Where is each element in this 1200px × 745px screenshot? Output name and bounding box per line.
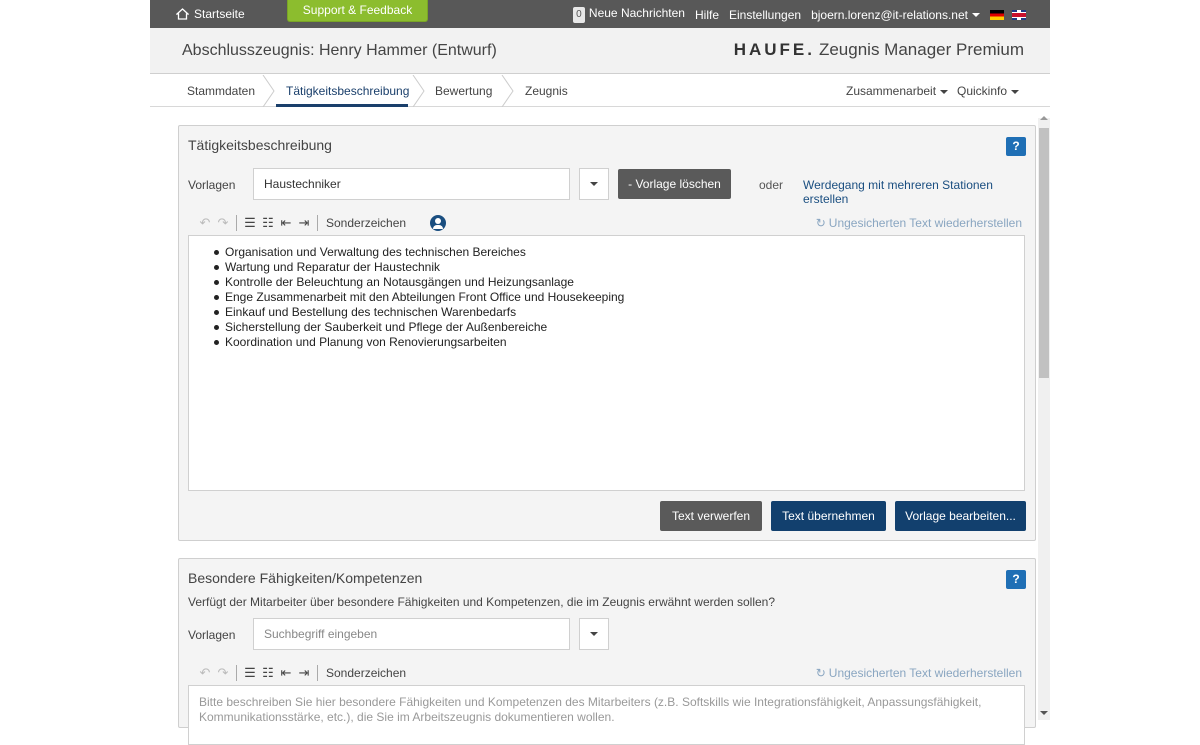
toolbar-divider xyxy=(317,665,318,681)
bullet-list: Organisation und Verwaltung des technisc… xyxy=(189,236,1024,350)
toolbar-divider xyxy=(236,215,237,231)
activity-description-panel: Tätigkeitsbeschreibung ? Vorlagen Hauste… xyxy=(178,125,1036,541)
edit-template-button[interactable]: Vorlage bearbeiten... xyxy=(895,501,1026,531)
page-title: Abschlusszeugnis: Henry Hammer (Entwurf) xyxy=(182,42,497,59)
scroll-up-arrow-icon[interactable] xyxy=(1040,116,1048,120)
bulleted-list-icon[interactable]: ☰ xyxy=(241,215,259,231)
home-link[interactable]: Startseite xyxy=(176,7,245,21)
skills-editor[interactable]: Bitte beschreiben Sie hier besondere Fäh… xyxy=(188,685,1025,745)
list-item: Enge Zusammenarbeit mit den Abteilungen … xyxy=(214,290,1024,305)
special-characters-button[interactable]: Sonderzeichen xyxy=(326,216,406,230)
toolbar-divider xyxy=(317,215,318,231)
list-item: Koordination und Planung von Renovierung… xyxy=(214,335,1024,350)
delete-template-button[interactable]: - Vorlage löschen xyxy=(618,169,731,199)
user-menu[interactable]: bjoern.lorenz@it-relations.net xyxy=(811,8,980,22)
description-editor[interactable]: Organisation und Verwaltung des technisc… xyxy=(188,235,1025,491)
indent-icon[interactable]: ⇥ xyxy=(295,665,313,681)
active-tab-indicator xyxy=(276,104,408,107)
scroll-down-arrow-icon[interactable] xyxy=(1040,711,1048,715)
question-text: Verfügt der Mitarbeiter über besondere F… xyxy=(188,595,776,609)
refresh-icon: ↻ xyxy=(815,216,826,230)
templates-label: Vorlagen xyxy=(188,178,236,192)
list-item: Organisation und Verwaltung des technisc… xyxy=(214,245,1024,260)
quickinfo-menu[interactable]: Quickinfo xyxy=(957,84,1020,98)
career-stations-link[interactable]: Werdegang mit mehreren Stationen erstell… xyxy=(803,178,1035,206)
accept-text-button[interactable]: Text übernehmen xyxy=(771,501,886,531)
help-button[interactable]: ? xyxy=(1006,137,1026,156)
template-dropdown-button[interactable] xyxy=(579,618,609,650)
user-icon[interactable] xyxy=(430,215,447,231)
panel-title: Tätigkeitsbeschreibung xyxy=(188,137,332,153)
list-item: Kontrolle der Beleuchtung an Notausgänge… xyxy=(214,275,1024,290)
redo-icon[interactable]: ↷ xyxy=(214,665,232,681)
tab-zeugnis[interactable]: Zeugnis xyxy=(525,84,568,98)
editor-placeholder: Bitte beschreiben Sie hier besondere Fäh… xyxy=(199,695,982,724)
tab-stammdaten[interactable]: Stammdaten xyxy=(187,84,255,98)
toolbar-divider xyxy=(236,665,237,681)
collaboration-menu[interactable]: Zusammenarbeit xyxy=(846,84,949,98)
tab-taetigkeitsbeschreibung[interactable]: Tätigkeitsbeschreibung xyxy=(286,84,409,98)
uk-flag-icon[interactable] xyxy=(1012,9,1026,20)
outdent-icon[interactable]: ⇤ xyxy=(277,665,295,681)
indent-icon[interactable]: ⇥ xyxy=(295,215,313,231)
discard-text-button[interactable]: Text verwerfen xyxy=(660,501,762,531)
list-item: Sicherstellung der Sauberkeit und Pflege… xyxy=(214,320,1024,335)
editor-toolbar: ↶ ↷ ☰ ☷ ⇤ ⇥ Sonderzeichen xyxy=(196,664,406,682)
numbered-list-icon[interactable]: ☷ xyxy=(259,215,277,231)
tab-bewertung[interactable]: Bewertung xyxy=(435,84,492,98)
chevron-down-icon xyxy=(940,89,949,94)
wizard-tabs: Stammdaten Tätigkeitsbeschreibung Bewert… xyxy=(150,75,1050,107)
quickinfo-label: Quickinfo xyxy=(957,84,1008,98)
scrollbar-thumb[interactable] xyxy=(1039,128,1049,378)
user-email: bjoern.lorenz@it-relations.net xyxy=(811,7,968,22)
list-item: Einkauf und Bestellung des technischen W… xyxy=(214,305,1024,320)
messages-label: Neue Nachrichten xyxy=(588,6,685,20)
list-item: Wartung und Reparatur der Haustechnik xyxy=(214,260,1024,275)
refresh-icon: ↻ xyxy=(815,666,826,680)
chevron-down-icon xyxy=(972,13,980,18)
template-select-input[interactable]: Haustechniker xyxy=(253,168,570,200)
restore-label: Ungesicherten Text wiederherstellen xyxy=(828,216,1022,230)
bulleted-list-icon[interactable]: ☰ xyxy=(241,665,259,681)
tab-separator xyxy=(501,75,514,107)
top-bar: Startseite Support & Feedback 0 Neue Nach… xyxy=(150,0,1050,28)
messages-link[interactable]: 0 Neue Nachrichten xyxy=(572,6,685,23)
settings-link[interactable]: Einstellungen xyxy=(729,8,801,22)
tab-separator xyxy=(262,75,275,107)
undo-icon[interactable]: ↶ xyxy=(196,665,214,681)
home-label: Startseite xyxy=(194,7,245,21)
haufe-logo: HAUFE. xyxy=(733,40,815,59)
editor-toolbar: ↶ ↷ ☰ ☷ ⇤ ⇥ Sonderzeichen xyxy=(196,214,447,232)
template-dropdown-button[interactable] xyxy=(579,168,609,200)
numbered-list-icon[interactable]: ☷ xyxy=(259,665,277,681)
support-feedback-button[interactable]: Support & Feedback xyxy=(287,0,428,22)
collaboration-label: Zusammenarbeit xyxy=(846,84,937,98)
special-skills-panel: Besondere Fähigkeiten/Kompetenzen ? Verf… xyxy=(178,558,1036,745)
or-label: oder xyxy=(759,178,784,192)
restore-unsaved-text-link[interactable]: ↻ Ungesicherten Text wiederherstellen xyxy=(816,666,1022,680)
restore-label: Ungesicherten Text wiederherstellen xyxy=(828,666,1022,680)
app-window: Startseite Support & Feedback 0 Neue Nach… xyxy=(150,0,1050,745)
undo-icon[interactable]: ↶ xyxy=(196,215,214,231)
outdent-icon[interactable]: ⇤ xyxy=(277,215,295,231)
product-name: Zeugnis Manager Premium xyxy=(818,40,1024,59)
tab-separator xyxy=(412,75,425,107)
help-button[interactable]: ? xyxy=(1006,570,1026,589)
panel-title: Besondere Fähigkeiten/Kompetenzen xyxy=(188,570,423,586)
restore-unsaved-text-link[interactable]: ↻ Ungesicherten Text wiederherstellen xyxy=(816,216,1022,230)
messages-count-badge: 0 xyxy=(572,7,585,23)
chevron-down-icon xyxy=(590,182,598,186)
templates-label: Vorlagen xyxy=(188,628,236,642)
home-icon xyxy=(176,8,189,20)
help-link[interactable]: Hilfe xyxy=(695,8,719,22)
chevron-down-icon xyxy=(1011,89,1020,94)
document-header: Abschlusszeugnis: Henry Hammer (Entwurf)… xyxy=(150,28,1050,74)
german-flag-icon[interactable] xyxy=(990,9,1004,20)
top-right-menu: 0 Neue Nachrichten Hilfe Einstellungen bj… xyxy=(572,6,1026,23)
brand: HAUFE. Zeugnis Manager Premium xyxy=(734,40,1024,60)
special-characters-button[interactable]: Sonderzeichen xyxy=(326,666,406,680)
chevron-down-icon xyxy=(590,632,598,636)
redo-icon[interactable]: ↷ xyxy=(214,215,232,231)
template-search-input[interactable]: Suchbegriff eingeben xyxy=(253,618,570,650)
